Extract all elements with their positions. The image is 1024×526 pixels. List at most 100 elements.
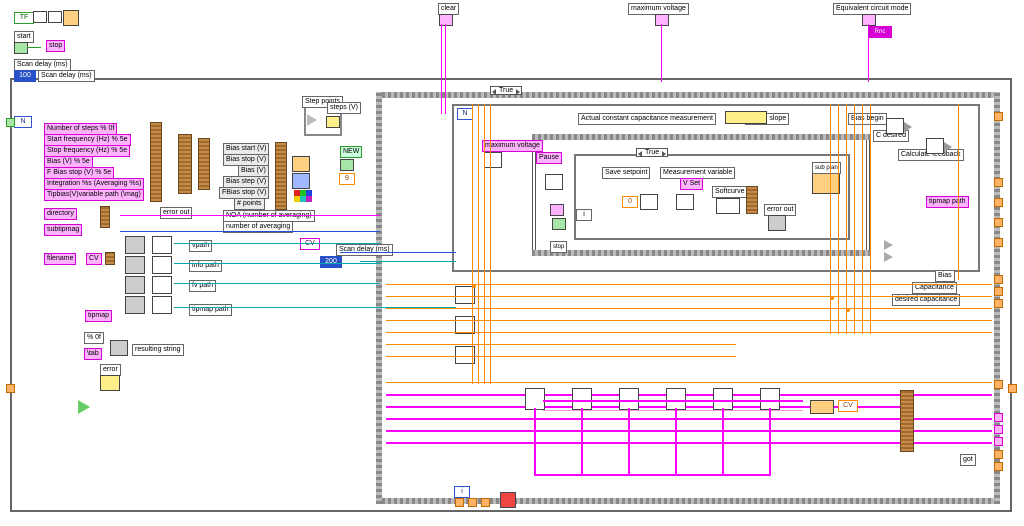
path-node-icon — [125, 276, 145, 294]
label-tipmap-path: tipmap path — [189, 304, 232, 316]
scan-delay-label2: Scan delay (ms) — [38, 70, 95, 82]
tunnel — [994, 425, 1003, 434]
out-bias: Bias — [935, 270, 955, 282]
wire — [490, 104, 491, 384]
wire — [581, 408, 583, 474]
wire — [445, 24, 446, 114]
path-node-icon — [125, 236, 145, 254]
chip-icon — [340, 159, 354, 171]
wire — [386, 284, 992, 285]
wire — [846, 104, 847, 334]
label-steps-v: steps (V) — [327, 102, 361, 114]
wire — [675, 408, 677, 474]
mid-max-voltage: maximum voltage — [482, 140, 543, 152]
tipmap-const: tipmap — [85, 310, 112, 322]
wire — [174, 307, 380, 308]
wire — [174, 263, 380, 264]
file-write-icon — [572, 388, 592, 410]
chip-icon — [550, 204, 564, 216]
tunnel — [994, 218, 1003, 227]
equiv-circuit-terminal[interactable] — [862, 14, 876, 26]
compare-icon — [884, 240, 893, 250]
max-voltage-terminal[interactable] — [655, 14, 669, 26]
chip-icon — [48, 11, 62, 23]
path-node-icon — [125, 256, 145, 274]
tunnel — [994, 287, 1003, 296]
cv-const: CV — [86, 253, 102, 265]
chip-icon — [33, 11, 47, 23]
wire — [340, 252, 456, 253]
tunnel-outer — [6, 118, 15, 127]
path-node-icon — [125, 296, 145, 314]
stop-button[interactable] — [552, 218, 566, 230]
wire — [360, 307, 456, 308]
resulting-string: resulting string — [132, 344, 184, 356]
wire — [722, 408, 724, 474]
triangle-amp-icon — [886, 118, 904, 134]
tunnel — [994, 413, 1003, 422]
tunnel — [994, 238, 1003, 247]
labview-block-diagram: TF start stop Scan delay (ms) 100 Scan d… — [0, 0, 1024, 526]
wire — [838, 104, 839, 334]
wire — [27, 47, 41, 48]
file-open-icon — [152, 256, 172, 274]
ring-const: Rnc — [868, 26, 892, 38]
wire — [661, 24, 662, 82]
tunnel — [994, 450, 1003, 459]
softcurve: Softcurve — [712, 186, 748, 198]
triangle-icon — [904, 122, 912, 132]
scan-delay-terminal[interactable]: 100 — [14, 70, 36, 82]
tunnel-outer — [6, 384, 15, 393]
wire — [484, 104, 485, 384]
const-200: 200 — [320, 256, 342, 268]
pause-label: Pause — [536, 152, 562, 164]
wire — [478, 104, 479, 384]
wire — [386, 296, 992, 297]
structure-left-edge — [376, 92, 382, 504]
wire — [862, 104, 863, 334]
chip-icon — [292, 156, 310, 172]
label-stop: stop — [46, 40, 65, 52]
const-9: 9 — [339, 173, 355, 185]
wire — [386, 308, 992, 309]
filename-label: filename — [44, 253, 76, 265]
tunnel — [468, 498, 477, 507]
start-terminal[interactable] — [14, 42, 28, 54]
tunnel — [994, 178, 1003, 187]
run-icon — [78, 400, 90, 414]
file-open-icon — [152, 276, 172, 294]
bundle-node — [105, 252, 115, 265]
tunnel — [994, 437, 1003, 446]
tab-const: \tab — [84, 348, 102, 360]
scan-delay-inner: Scan delay (ms) — [336, 244, 393, 256]
file-write-icon — [525, 388, 545, 410]
wire — [386, 332, 992, 333]
wire — [628, 408, 630, 474]
wire — [120, 215, 380, 216]
label-fv-path: fv path — [189, 280, 216, 292]
case-selector-inner[interactable]: True — [636, 148, 668, 157]
wire — [534, 408, 536, 474]
save-setpoint: Save setpoint — [602, 167, 650, 179]
case-selector-outer[interactable]: True — [490, 86, 522, 95]
tunnel-outer — [1008, 384, 1017, 393]
step-point-output — [326, 116, 340, 128]
const-0: 0 — [622, 196, 638, 208]
tunnel — [994, 275, 1003, 284]
subvi-icon — [812, 172, 840, 194]
error-out-label: error out — [160, 207, 192, 219]
wire — [174, 283, 380, 284]
section-actual-cc: Actual constant capacitance measurement — [578, 113, 716, 125]
subvi-icon — [484, 152, 502, 168]
directory-label: directory — [44, 208, 77, 220]
out-tipmap-path: tipmap path — [926, 196, 969, 208]
label-info-path: info path — [189, 260, 222, 272]
stop-loop-icon[interactable] — [500, 492, 516, 508]
chip-icon — [63, 10, 79, 26]
file-write-icon — [619, 388, 639, 410]
wire — [472, 104, 473, 384]
const-tf: TF — [14, 12, 34, 24]
subvi-icon — [640, 194, 658, 210]
loop-i: i — [576, 209, 592, 221]
file-open-icon — [152, 236, 172, 254]
